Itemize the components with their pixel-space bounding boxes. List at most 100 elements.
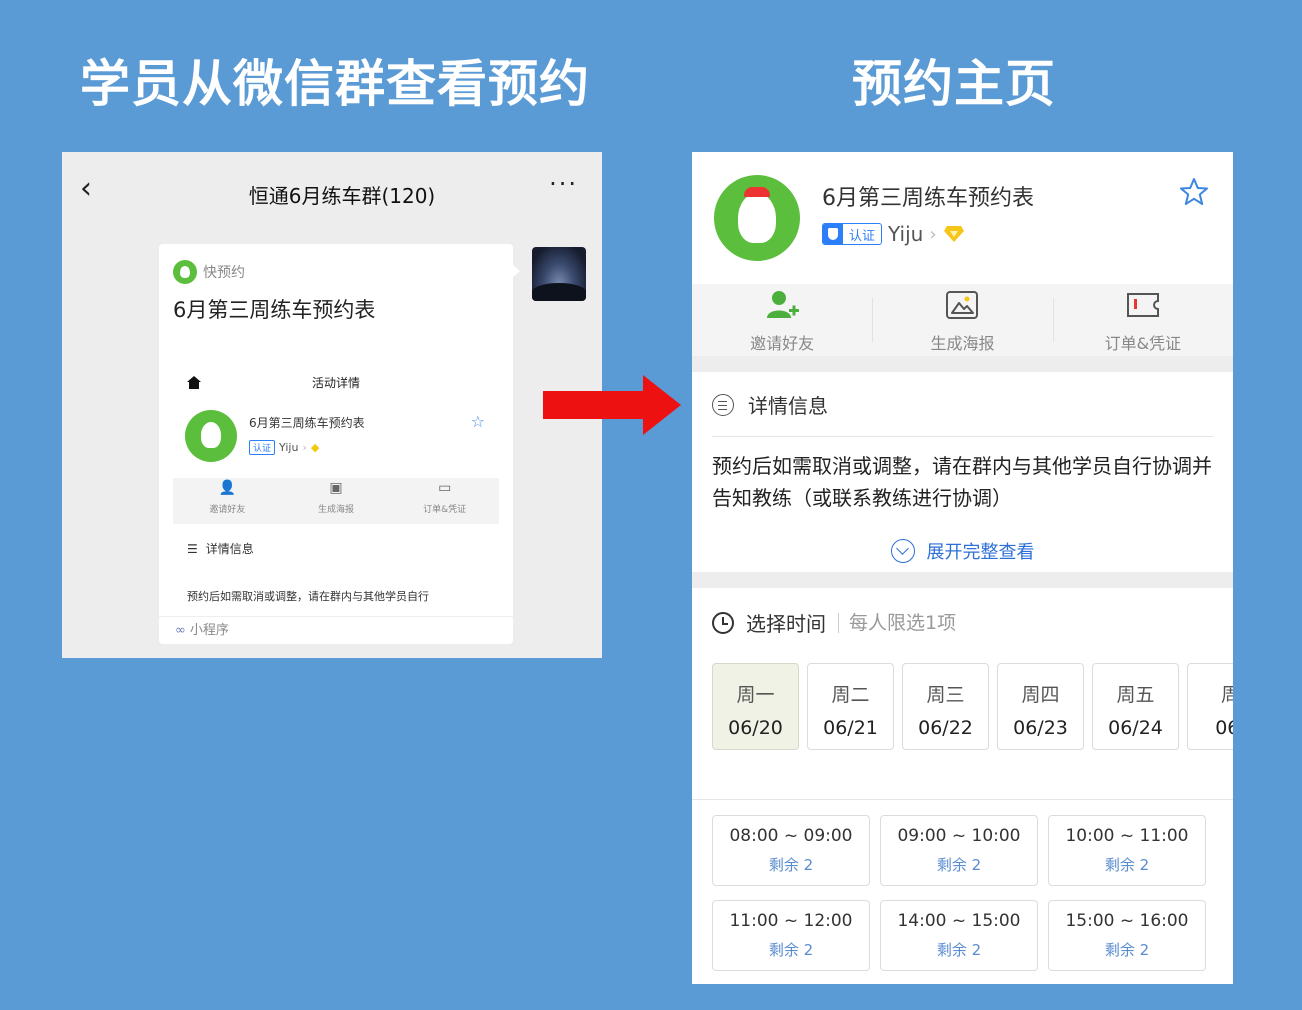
app-logo [714, 175, 800, 261]
slot-remaining: 剩余 2 [936, 941, 982, 959]
preview-topbar-title: 活动详情 [311, 376, 360, 390]
detail-heading: 详情信息 [712, 390, 828, 419]
preview-action-label: 邀请好友 [209, 505, 246, 515]
org-badges: 认证 Yiju › [822, 222, 965, 246]
day-selector: 周一 06/20 周二 06/21 周三 06/22 周四 06/23 周五 0… [712, 663, 1233, 750]
preview-logo [185, 410, 237, 462]
day-tab-mon[interactable]: 周一 06/20 [712, 663, 799, 750]
day-date: 06/24 [1108, 717, 1163, 739]
detail-heading-label: 详情信息 [748, 394, 828, 418]
action-label: 生成海报 [930, 334, 995, 353]
divider [712, 436, 1213, 437]
preview-actions: 👤 邀请好友 ▣ 生成海报 ▭ 订单&凭证 [173, 478, 499, 524]
invite-icon: 👤 [218, 480, 237, 496]
org-name[interactable]: Yiju [888, 222, 923, 246]
clock-icon [712, 611, 734, 634]
list-icon [712, 393, 734, 416]
section-gap [692, 572, 1233, 588]
mini-program-card[interactable]: 快预约 6月第三周练车预约表 活动详情 6月第三周练车预约表 ☆ 认证 Yiju… [159, 244, 513, 644]
day-date: 06/23 [1013, 717, 1068, 739]
card-source-label: 快预约 [203, 265, 245, 281]
poster-icon [946, 291, 979, 319]
slot-remaining: 剩余 2 [1104, 856, 1150, 874]
card-title: 6月第三周练车预约表 [173, 298, 376, 322]
time-slot[interactable]: 15:00 ~ 16:00 剩余 2 [1048, 900, 1206, 971]
day-tab-thu[interactable]: 周四 06/23 [997, 663, 1084, 750]
day-week: 周三 [926, 684, 965, 706]
miniprogram-icon: ∞ [175, 623, 186, 638]
invite-icon [767, 291, 800, 318]
time-slot[interactable]: 10:00 ~ 11:00 剩余 2 [1048, 815, 1206, 886]
day-tab-sat[interactable]: 周 06/ [1187, 663, 1233, 750]
generate-poster-button[interactable]: 生成海报 [872, 284, 1052, 356]
time-slot[interactable]: 11:00 ~ 12:00 剩余 2 [712, 900, 870, 971]
card-source: 快预约 [173, 260, 245, 284]
left-heading: 学员从微信群查看预约 [80, 55, 590, 113]
time-slot[interactable]: 09:00 ~ 10:00 剩余 2 [880, 815, 1038, 886]
time-heading: 选择时间 每人限选1项 [712, 608, 956, 637]
sender-avatar[interactable] [532, 247, 586, 301]
slot-time: 14:00 ~ 15:00 [897, 911, 1021, 931]
wechat-chat-screenshot: ‹ 恒通6月练车群(120) ··· 快预约 6月第三周练车预约表 活动详情 6… [62, 152, 602, 658]
preview-name: 6月第三周练车预约表 [249, 416, 365, 430]
star-icon: ☆ [470, 412, 485, 431]
action-label: 订单&凭证 [1104, 334, 1182, 353]
slot-remaining: 剩余 2 [768, 941, 814, 959]
day-tab-tue[interactable]: 周二 06/21 [807, 663, 894, 750]
cert-label: 认证 [849, 228, 876, 244]
day-date: 06/20 [728, 717, 783, 739]
preview-org: Yiju [279, 441, 299, 454]
action-bar: 邀请好友 生成海报 订单&凭证 [692, 284, 1233, 356]
day-date: 06/22 [918, 717, 973, 739]
preview-action-poster: ▣ 生成海报 [282, 478, 391, 524]
chat-title: 恒通6月练车群(120) [248, 184, 436, 208]
more-icon[interactable]: ··· [549, 170, 578, 198]
slot-remaining: 剩余 2 [768, 856, 814, 874]
shield-icon [823, 224, 843, 244]
divider [692, 799, 1233, 800]
day-week: 周二 [831, 684, 870, 706]
preview-badges: 认证 Yiju › ◆ [249, 440, 319, 455]
page-title: 6月第三周练车预约表 [822, 186, 1034, 211]
preview-action-label: 生成海报 [318, 505, 355, 515]
action-label: 邀请好友 [750, 334, 815, 353]
time-slot-grid: 08:00 ~ 09:00 剩余 2 09:00 ~ 10:00 剩余 2 10… [712, 815, 1206, 971]
expand-label: 展开完整查看 [926, 542, 1035, 563]
day-week: 周一 [736, 684, 775, 706]
booking-homepage: 6月第三周练车预约表 认证 Yiju › 邀请好友 生成海报 订单&凭证 详情信… [692, 152, 1233, 984]
ticket-icon: ▭ [438, 480, 452, 496]
poster-icon: ▣ [329, 480, 343, 496]
slot-time: 11:00 ~ 12:00 [729, 911, 853, 931]
diamond-icon [943, 226, 964, 242]
slot-time: 09:00 ~ 10:00 [897, 826, 1021, 846]
day-date: 06/ [1215, 717, 1233, 739]
day-tab-wed[interactable]: 周三 06/22 [902, 663, 989, 750]
time-heading-label: 选择时间 [746, 612, 826, 636]
card-preview: 活动详情 6月第三周练车预约表 ☆ 认证 Yiju › ◆ 👤 邀请好友 ▣ 生… [173, 354, 499, 620]
arrow-right-icon [543, 375, 681, 435]
slot-time: 15:00 ~ 16:00 [1065, 911, 1189, 931]
expand-button[interactable]: 展开完整查看 [692, 538, 1233, 564]
slot-time: 08:00 ~ 09:00 [729, 826, 853, 846]
slot-remaining: 剩余 2 [936, 856, 982, 874]
section-gap [692, 356, 1233, 372]
preview-description: 预约后如需取消或调整，请在群内与其他学员自行 [187, 590, 429, 603]
time-slot[interactable]: 08:00 ~ 09:00 剩余 2 [712, 815, 870, 886]
list-icon: ☰ [187, 541, 198, 556]
chevron-right-icon[interactable]: › [929, 224, 936, 245]
cert-badge: 认证 [249, 440, 276, 455]
chevron-right-icon: › [302, 441, 307, 454]
time-limit-note: 每人限选1项 [838, 612, 956, 633]
preview-detail-label: 详情信息 [205, 542, 254, 556]
preview-action-orders: ▭ 订单&凭证 [390, 478, 499, 524]
day-tab-fri[interactable]: 周五 06/24 [1092, 663, 1179, 750]
invite-friends-button[interactable]: 邀请好友 [692, 284, 872, 356]
description-text: 预约后如需取消或调整，请在群内与其他学员自行协调并告知教练（或联系教练进行协调） [712, 454, 1212, 510]
orders-vouchers-button[interactable]: 订单&凭证 [1052, 284, 1233, 356]
preview-action-label: 订单&凭证 [423, 505, 467, 515]
bubble-tail [512, 264, 520, 278]
card-footer: ∞ 小程序 [159, 616, 513, 644]
diamond-icon: ◆ [310, 441, 320, 454]
time-slot[interactable]: 14:00 ~ 15:00 剩余 2 [880, 900, 1038, 971]
star-icon[interactable] [1179, 177, 1209, 207]
